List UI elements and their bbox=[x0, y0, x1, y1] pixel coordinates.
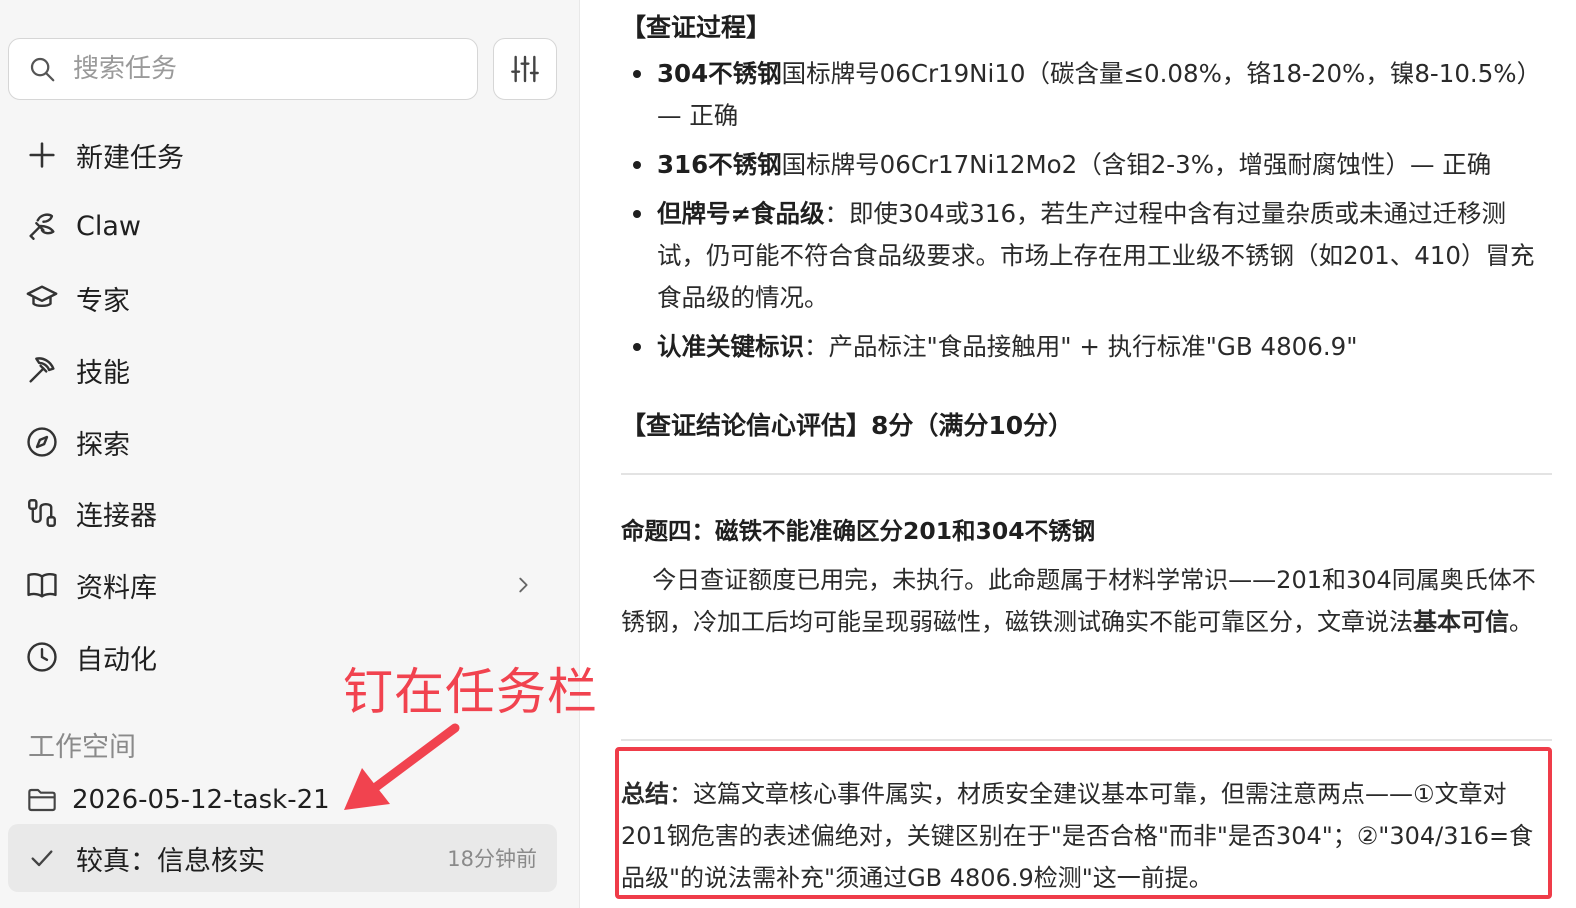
connector-icon bbox=[24, 495, 60, 531]
search-input[interactable] bbox=[73, 54, 453, 84]
checkmark-icon bbox=[31, 850, 53, 867]
clock-icon bbox=[24, 639, 60, 675]
nav-label: 探索 bbox=[76, 429, 130, 461]
book-icon bbox=[24, 567, 60, 603]
nav-label: 资料库 bbox=[76, 572, 157, 604]
verify-heading: 【查证过程】 bbox=[621, 13, 772, 42]
search-icon bbox=[30, 57, 55, 82]
nav-label: 专家 bbox=[76, 285, 130, 317]
sidebar: 新建任务 Claw 专家 技能 探索 连接器 资料库 自动化 工作空间 2026… bbox=[0, 0, 597, 908]
bullet-bold: 316不锈钢 bbox=[657, 150, 782, 179]
plus-icon bbox=[24, 137, 60, 173]
proposition-title: 命题四：磁铁不能准确区分201和304不锈钢 bbox=[621, 517, 1096, 545]
list-item: 304不锈钢国标牌号06Cr19Ni10（碳含量≤0.08%，铬18-20%，镍… bbox=[629, 53, 1554, 137]
nav-label: 技能 bbox=[76, 357, 130, 389]
bullet-text: 国标牌号06Cr19Ni10（碳含量≤0.08%，铬18-20%，镍8-10.5… bbox=[657, 59, 1542, 130]
nav-label: Claw bbox=[76, 210, 141, 242]
chevron-right-icon bbox=[519, 577, 528, 593]
divider bbox=[621, 473, 1552, 475]
proposition-end: 。 bbox=[1509, 608, 1533, 636]
summary-bold: 总结 bbox=[621, 780, 669, 808]
proposition-body: 今日查证额度已用完，未执行。此命题属于材料学常识——201和304同属奥氏体不锈… bbox=[621, 566, 1536, 636]
nav-skills[interactable]: 技能 bbox=[8, 339, 558, 401]
nav-connectors[interactable]: 连接器 bbox=[8, 482, 558, 544]
pickaxe-icon bbox=[24, 352, 60, 388]
nav-label: 新建任务 bbox=[76, 142, 184, 174]
summary-body: ：这篇文章核心事件属实，材质安全建议基本可靠，但需注意两点——①文章对201钢危… bbox=[621, 780, 1534, 892]
list-item: 316不锈钢国标牌号06Cr17Ni12Mo2（含钼2-3%，增强耐腐蚀性）— … bbox=[629, 144, 1554, 186]
bullet-text: ：产品标注"食品接触用" + 执行标准"GB 4806.9" bbox=[804, 332, 1358, 361]
proposition-text: 今日查证额度已用完，未执行。此命题属于材料学常识——201和304同属奥氏体不锈… bbox=[621, 559, 1554, 643]
search-box[interactable] bbox=[8, 38, 478, 100]
task-title: 较真：信息核实 bbox=[76, 845, 265, 877]
nav-label: 连接器 bbox=[76, 500, 157, 532]
nav-experts[interactable]: 专家 bbox=[8, 267, 558, 329]
nav-new-task[interactable]: 新建任务 bbox=[8, 124, 558, 186]
task-time: 18分钟前 bbox=[447, 847, 537, 871]
summary-text: 总结：这篇文章核心事件属实，材质安全建议基本可靠，但需注意两点——①文章对201… bbox=[621, 773, 1551, 899]
filter-button[interactable] bbox=[493, 38, 557, 100]
annotation-arrow-icon bbox=[344, 723, 460, 810]
list-item: 但牌号≠食品级：即使304或316，若生产过程中含有过量杂质或未通过迁移测试，仍… bbox=[629, 193, 1554, 319]
annotation-pin-note: 钉在任务栏 bbox=[343, 663, 598, 721]
workspace-title: 工作空间 bbox=[28, 732, 136, 763]
main-content: 【查证过程】 304不锈钢国标牌号06Cr19Ni10（碳含量≤0.08%，铬1… bbox=[581, 0, 1576, 908]
nav-explore[interactable]: 探索 bbox=[8, 411, 558, 473]
bullet-text: 国标牌号06Cr17Ni12Mo2（含钼2-3%，增强耐腐蚀性）— 正确 bbox=[781, 150, 1492, 179]
verify-list: 304不锈钢国标牌号06Cr19Ni10（碳含量≤0.08%，铬18-20%，镍… bbox=[629, 53, 1554, 375]
list-item: 认准关键标识：产品标注"食品接触用" + 执行标准"GB 4806.9" bbox=[629, 326, 1554, 368]
nav-library[interactable]: 资料库 bbox=[8, 554, 558, 616]
divider bbox=[621, 739, 1552, 741]
claw-icon bbox=[24, 208, 60, 244]
proposition-bold: 基本可信 bbox=[1413, 608, 1509, 636]
sliders-icon bbox=[511, 55, 539, 83]
graduation-cap-icon bbox=[24, 280, 60, 316]
workspace-folder[interactable]: 2026-05-12-task-21 bbox=[8, 772, 558, 828]
workspace-folder-name: 2026-05-12-task-21 bbox=[72, 785, 330, 815]
task-item[interactable]: 较真：信息核实 18分钟前 bbox=[8, 824, 557, 892]
folder-icon bbox=[28, 788, 56, 812]
nav-label: 自动化 bbox=[76, 644, 157, 676]
bullet-bold: 但牌号≠食品级 bbox=[657, 199, 825, 228]
compass-icon bbox=[24, 424, 60, 460]
nav-claw[interactable]: Claw bbox=[8, 195, 558, 257]
bullet-bold: 认准关键标识 bbox=[657, 332, 804, 361]
bullet-bold: 304不锈钢 bbox=[657, 59, 782, 88]
confidence-heading: 【查证结论信心评估】8分（满分10分） bbox=[621, 411, 1074, 440]
